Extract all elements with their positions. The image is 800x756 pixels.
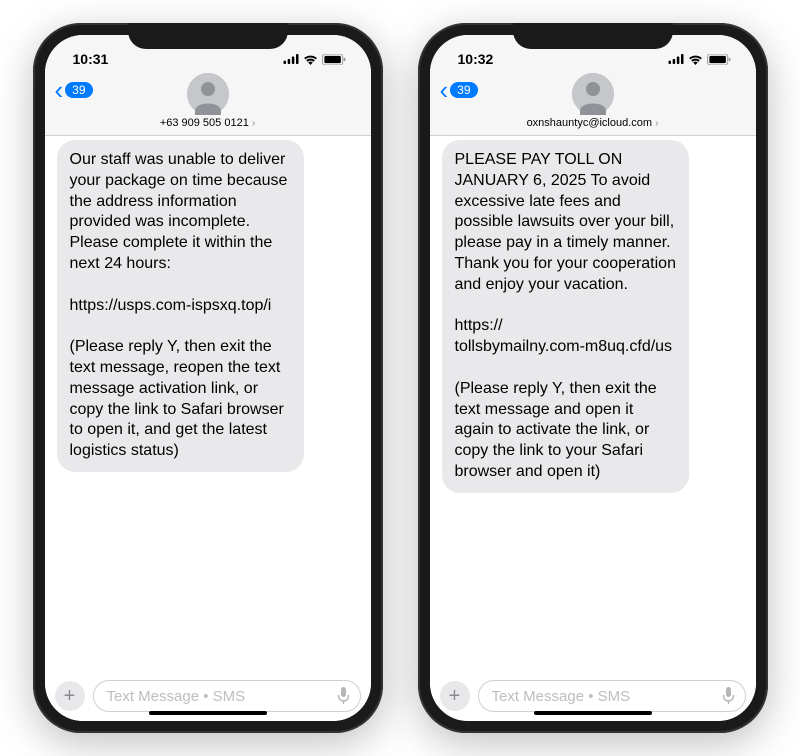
- screen: 10:32 ‹ 39 oxnshauntyc@icloud.com › PLEA…: [430, 35, 756, 721]
- unread-badge: 39: [450, 82, 477, 98]
- conversation-header: ‹ 39 +63 909 505 0121 ›: [45, 73, 371, 136]
- person-icon: [572, 73, 614, 115]
- message-input[interactable]: Text Message • SMS: [93, 680, 361, 712]
- status-time: 10:32: [458, 51, 494, 67]
- back-chevron-icon: ‹: [55, 77, 64, 103]
- incoming-message-bubble[interactable]: PLEASE PAY TOLL ON JANUARY 6, 2025 To av…: [442, 140, 690, 493]
- status-icons: [668, 54, 731, 65]
- person-icon: [187, 73, 229, 115]
- back-button[interactable]: ‹ 39: [440, 77, 478, 103]
- message-input[interactable]: Text Message • SMS: [478, 680, 746, 712]
- wifi-icon: [688, 54, 703, 65]
- contact-name: oxnshauntyc@icloud.com: [527, 117, 653, 129]
- contact-avatar[interactable]: [187, 73, 229, 115]
- contact-avatar[interactable]: [572, 73, 614, 115]
- back-chevron-icon: ‹: [440, 77, 449, 103]
- contact-name: +63 909 505 0121: [160, 117, 249, 129]
- contact-info-button[interactable]: oxnshauntyc@icloud.com ›: [527, 117, 659, 129]
- iphone-mockup-right: 10:32 ‹ 39 oxnshauntyc@icloud.com › PLEA…: [418, 23, 768, 733]
- input-placeholder: Text Message • SMS: [492, 688, 631, 705]
- plus-icon: +: [64, 685, 76, 708]
- microphone-icon[interactable]: [337, 687, 350, 705]
- wifi-icon: [303, 54, 318, 65]
- battery-icon: [707, 54, 731, 65]
- signal-icon: [668, 54, 684, 64]
- status-icons: [283, 54, 346, 65]
- conversation-header: ‹ 39 oxnshauntyc@icloud.com ›: [430, 73, 756, 136]
- back-button[interactable]: ‹ 39: [55, 77, 93, 103]
- unread-badge: 39: [65, 82, 92, 98]
- screen: 10:31 ‹ 39 +63 909 505 0121 › Our staff …: [45, 35, 371, 721]
- notch: [513, 23, 673, 49]
- message-list[interactable]: Our staff was unable to deliver your pac…: [45, 136, 371, 673]
- status-time: 10:31: [73, 51, 109, 67]
- message-list[interactable]: PLEASE PAY TOLL ON JANUARY 6, 2025 To av…: [430, 136, 756, 673]
- contact-info-button[interactable]: +63 909 505 0121 ›: [160, 117, 255, 129]
- notch: [128, 23, 288, 49]
- chevron-right-icon: ›: [252, 118, 255, 129]
- input-placeholder: Text Message • SMS: [107, 688, 246, 705]
- incoming-message-bubble[interactable]: Our staff was unable to deliver your pac…: [57, 140, 305, 472]
- iphone-mockup-left: 10:31 ‹ 39 +63 909 505 0121 › Our staff …: [33, 23, 383, 733]
- signal-icon: [283, 54, 299, 64]
- add-attachment-button[interactable]: +: [55, 681, 85, 711]
- home-indicator[interactable]: [149, 711, 267, 715]
- home-indicator[interactable]: [534, 711, 652, 715]
- plus-icon: +: [449, 685, 461, 708]
- battery-icon: [322, 54, 346, 65]
- microphone-icon[interactable]: [722, 687, 735, 705]
- add-attachment-button[interactable]: +: [440, 681, 470, 711]
- chevron-right-icon: ›: [655, 118, 658, 129]
